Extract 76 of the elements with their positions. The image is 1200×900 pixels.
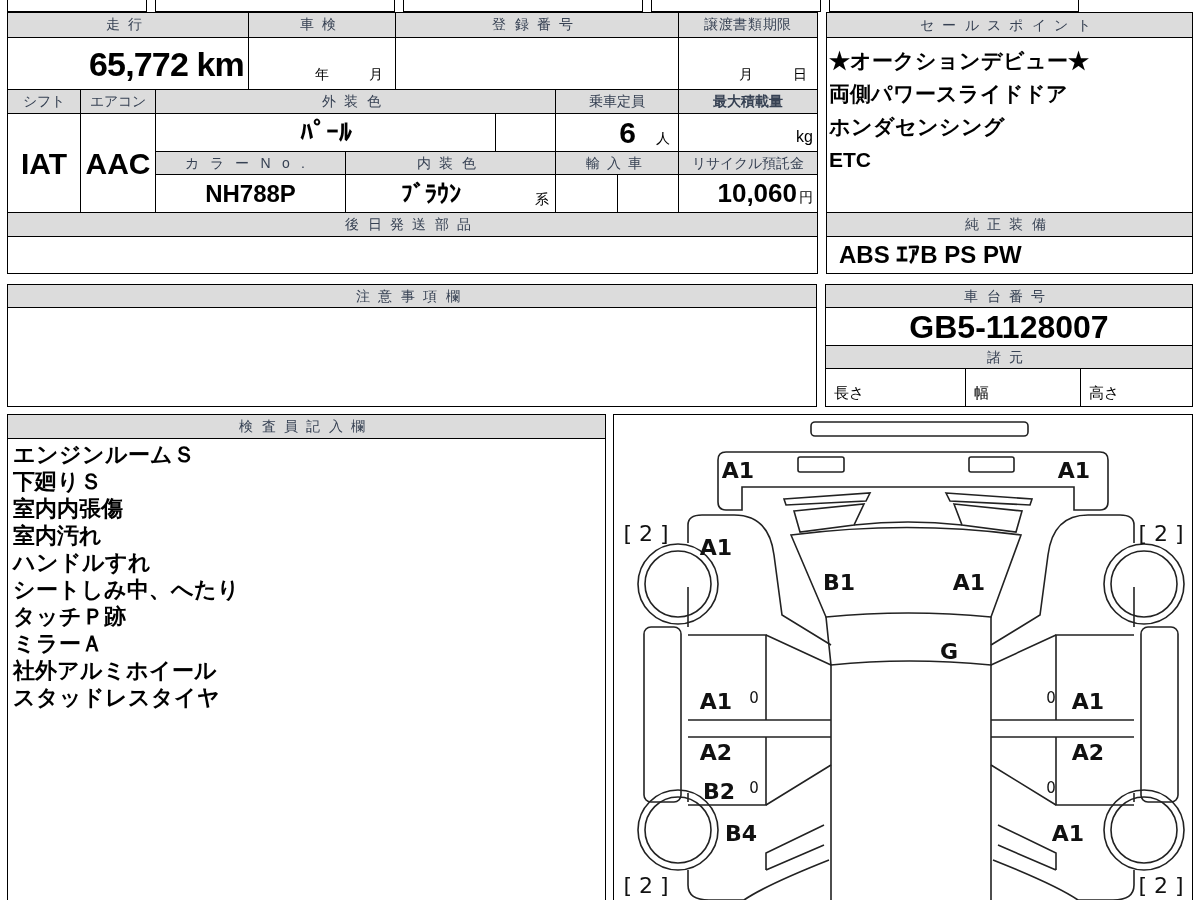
field-label: 後日発送部品 — [8, 213, 818, 237]
paint-thickness-label: 0 — [749, 779, 759, 797]
shift-value: IAT — [20, 145, 68, 182]
inspector-note-text: 下廻りＳ — [13, 468, 103, 495]
inspector-note-text: スタッドレスタイヤ — [13, 684, 221, 711]
field-label: カラーNo. — [156, 152, 346, 175]
field-label: シフト — [8, 90, 81, 114]
damage-grade-label: A1 — [1071, 688, 1105, 714]
field-label: リサイクル預託金 — [679, 152, 818, 175]
inspector-note-text: ハンドルすれ — [13, 549, 152, 576]
unit-label: 系 — [535, 190, 549, 209]
inspector-note-text: エンジンルームＳ — [13, 441, 196, 468]
chassis-number: GB5-1128007 — [909, 310, 1109, 343]
inspector-note-text: ミラーＡ — [13, 630, 104, 657]
damage-grade-label: A1 — [1051, 820, 1085, 846]
spec-label: 幅 — [974, 382, 989, 403]
unit-label: 月 — [369, 65, 383, 84]
damage-grade-label: A1 — [1057, 457, 1091, 483]
field-label: 内装色 — [346, 152, 556, 175]
field-label: 車検 — [249, 13, 396, 38]
inspector-note-text: タッチＰ跡 — [13, 603, 127, 630]
unit-label: 日 — [793, 65, 807, 84]
spec-label: 長さ — [834, 382, 864, 403]
paint-thickness-label: 0 — [1046, 779, 1056, 797]
color-number-value: NH788P — [205, 178, 296, 209]
damage-grade-label: A1 — [952, 569, 986, 595]
mileage-value: 65,772 km — [89, 46, 244, 81]
field-label: 乗車定員 — [556, 90, 679, 114]
inspector-note-text: シートしみ中、へたり — [13, 576, 241, 603]
section-header: 諸元 — [826, 346, 1192, 369]
inspector-note-text: 室内汚れ — [13, 522, 103, 549]
unit-label: kg — [796, 127, 813, 147]
damage-grade-label: A1 — [721, 457, 755, 483]
paint-thickness-label: 0 — [1046, 689, 1056, 707]
equipment-list: ABS ｴｱB PS PW — [839, 237, 1022, 273]
damage-grade-label: B4 — [724, 820, 758, 846]
sales-point-text: ETC — [829, 147, 872, 173]
field-label: 外装色 — [156, 90, 556, 114]
inspector-note-text: 社外アルミホイール — [13, 657, 218, 684]
sales-point-text: 両側パワースライドドア — [829, 81, 1069, 107]
unit-label: 円 — [799, 188, 813, 207]
unit-label: 月 — [739, 65, 753, 84]
field-label: 輸入車 — [556, 152, 679, 175]
section-header: 純正装備 — [827, 213, 1192, 237]
spec-label: 高さ — [1089, 382, 1119, 403]
recycle-fee-value: 10,060 — [717, 177, 797, 210]
aircon-value: AAC — [85, 145, 151, 182]
exterior-color-value: ﾊﾟｰﾙ — [299, 116, 352, 149]
section-header: セールスポイント — [827, 13, 1192, 38]
sales-point-text: ★オークションデビュー★ — [829, 48, 1090, 74]
interior-color-value: ﾌﾞﾗｳﾝ — [401, 178, 461, 209]
damage-grade-label: A2 — [1071, 739, 1105, 765]
tire-tread-label: [ 2 ] — [1138, 520, 1184, 546]
inspector-note-text: 室内内張傷 — [13, 495, 124, 522]
tire-tread-label: [ 2 ] — [623, 520, 669, 546]
damage-grade-label: A1 — [699, 534, 733, 560]
field-label: 最大積載量 — [679, 90, 818, 114]
field-label: 登録番号 — [396, 13, 679, 38]
damage-grade-label: A2 — [699, 739, 733, 765]
section-header: 検査員記入欄 — [8, 415, 605, 439]
damage-grade-label: B1 — [822, 569, 856, 595]
field-label: エアコン — [81, 90, 156, 114]
field-label: 譲渡書類期限 — [679, 13, 818, 38]
paint-thickness-label: 0 — [749, 689, 759, 707]
damage-grade-label: G — [939, 638, 959, 664]
tire-tread-label: [ 2 ] — [623, 872, 669, 898]
damage-grade-label: A1 — [699, 688, 733, 714]
field-label: 走行 — [8, 13, 249, 38]
sales-point-text: ホンダセンシング — [829, 114, 1006, 140]
damage-grade-label: B2 — [702, 778, 736, 804]
section-header: 車台番号 — [826, 285, 1192, 308]
section-header: 注意事項欄 — [8, 285, 816, 308]
capacity-value: 6 — [619, 115, 636, 151]
tire-tread-label: [ 2 ] — [1138, 872, 1184, 898]
unit-label: 年 — [315, 65, 329, 84]
unit-label: 人 — [656, 129, 670, 148]
